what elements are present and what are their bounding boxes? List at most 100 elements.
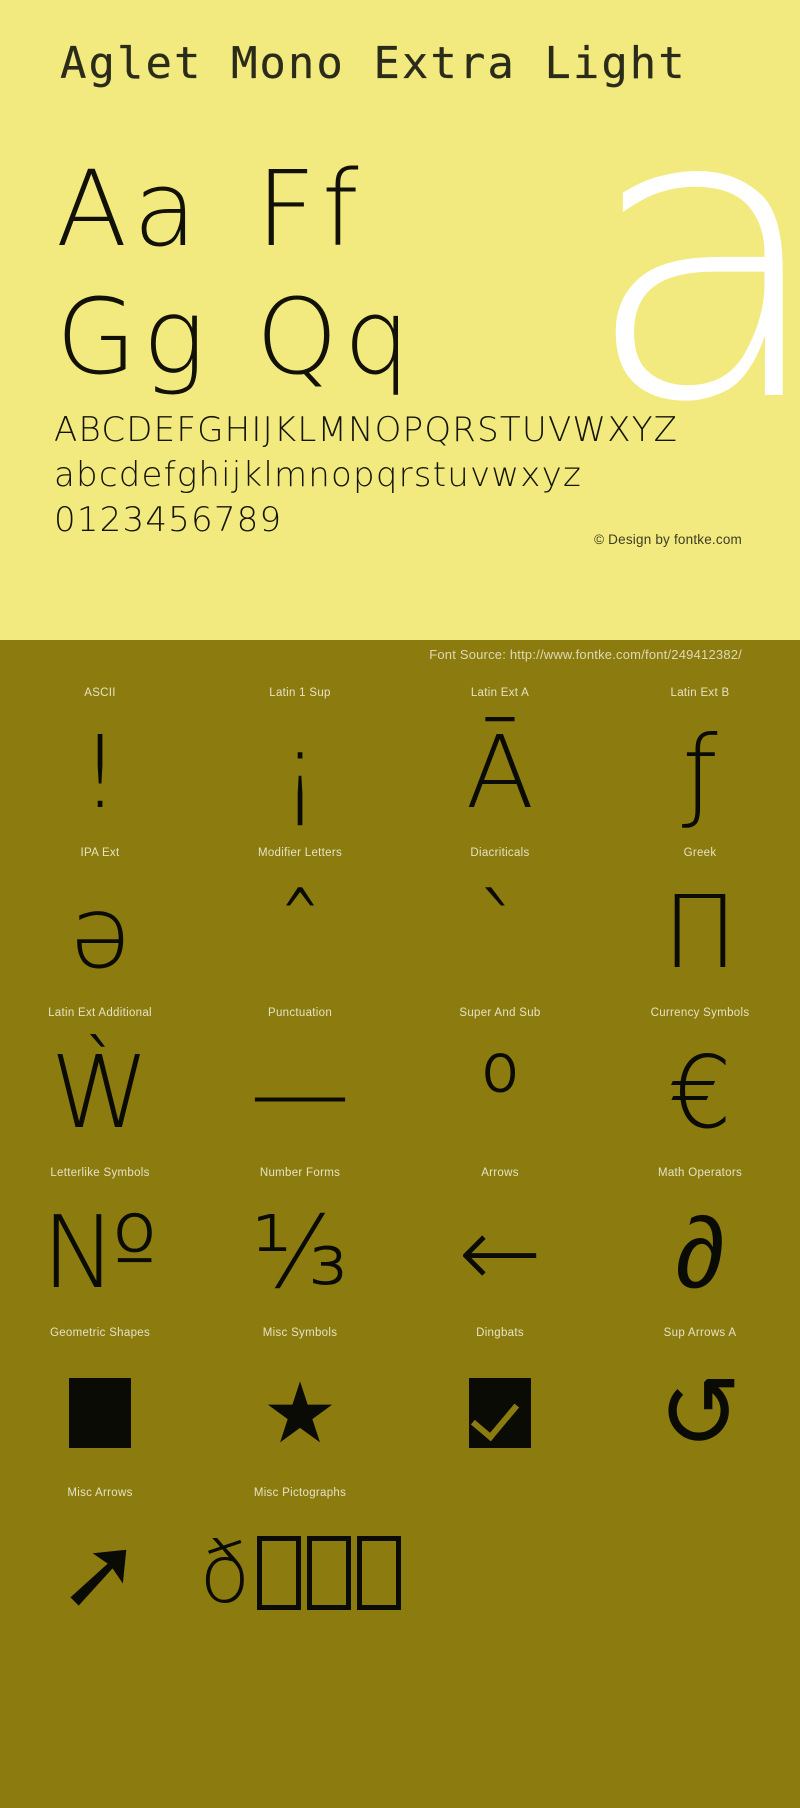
glyph-sample: ƒ	[682, 714, 718, 831]
glyph-block-label: Currency Symbols	[650, 1007, 750, 1019]
alphabet-block: ABCDEFGHIJKLMNOPQRSTUVWXYZ abcdefghijklm…	[54, 412, 678, 547]
glyph-block-label: Punctuation	[267, 1007, 333, 1019]
glyph-row: Misc Arrows ➚ Misc Pictographs ð	[0, 1486, 800, 1646]
glyph-cell-math-operators[interactable]: Math Operators ∂	[600, 1166, 800, 1326]
glyph-row: IPA Ext ǝ Modifier Letters ˆ Diacriticals ˋ Gr…	[0, 846, 800, 1006]
glyph-cell-latin-1-sup[interactable]: Latin 1 Sup ¡	[200, 686, 400, 846]
glyph-block-label: IPA Ext	[80, 847, 120, 859]
glyph-row: Latin Ext Additional Ẁ Punctuation — Super A…	[0, 1006, 800, 1166]
glyph-sample	[400, 1500, 600, 1646]
glyph-sample: ˆ	[275, 874, 325, 991]
letter-pair: Ff	[256, 148, 365, 270]
glyph-cell-misc-arrows[interactable]: Misc Arrows ➚	[0, 1486, 200, 1646]
font-source-link[interactable]: Font Source: http://www.fontke.com/font/…	[429, 647, 742, 662]
giant-sample-letter: a	[582, 25, 800, 490]
glyph-sample: ∂	[675, 1194, 725, 1311]
glyph-cell-super-and-sub[interactable]: Super And Sub ⁰	[400, 1006, 600, 1166]
glyph-cell-number-forms[interactable]: Number Forms ⅓	[200, 1166, 400, 1326]
copyright-notice: © Design by fontke.com	[594, 532, 742, 547]
glyph-block-label: Sup Arrows A	[663, 1327, 737, 1339]
glyph-block-label: Misc Symbols	[262, 1327, 338, 1339]
glyph-block-label: Latin Ext Additional	[48, 1007, 152, 1019]
glyph-block-label: Super And Sub	[459, 1007, 541, 1019]
glyph-sample: —	[250, 1034, 350, 1151]
filled-square-icon	[69, 1378, 131, 1448]
letter-pair-grid: Aa Ff Gg Qq	[56, 150, 456, 406]
glyph-sample	[600, 1500, 800, 1646]
glyph-sample: ←	[458, 1194, 542, 1311]
glyph-cell-geometric-shapes[interactable]: Geometric Shapes	[0, 1326, 200, 1486]
glyph-cell-latin-ext-additional[interactable]: Latin Ext Additional Ẁ	[0, 1006, 200, 1166]
glyph-block-label	[600, 1486, 800, 1500]
glyph-sample: ➚	[58, 1514, 142, 1631]
glyph-cell-latin-ext-b[interactable]: Latin Ext B ƒ	[600, 686, 800, 846]
alphabet-uppercase: ABCDEFGHIJKLMNOPQRSTUVWXYZ	[54, 410, 679, 450]
glyph-cell-letterlike-symbols[interactable]: Letterlike Symbols №	[0, 1166, 200, 1326]
missing-glyph-run: ð	[199, 1524, 401, 1622]
glyph-block-label: Geometric Shapes	[49, 1327, 151, 1339]
glyph-block-label: Misc Pictographs	[253, 1487, 347, 1499]
glyph-sample: ⅓	[251, 1194, 349, 1311]
glyph-sample: ⁰	[479, 1034, 521, 1151]
glyph-cell-sup-arrows-a[interactable]: Sup Arrows A ↺	[600, 1326, 800, 1486]
source-bar: Font Source: http://www.fontke.com/font/…	[0, 640, 800, 672]
glyph-sample: Ẁ	[50, 1034, 150, 1151]
glyph-cell-arrows[interactable]: Arrows ←	[400, 1166, 600, 1326]
glyph-block-label: Greek	[683, 847, 717, 859]
glyph-block-label: Latin Ext A	[470, 687, 530, 699]
tofu-box-icon	[306, 1536, 351, 1610]
glyph-cell-latin-ext-a[interactable]: Latin Ext A Ā	[400, 686, 600, 846]
glyph-block-label: Misc Arrows	[67, 1487, 133, 1499]
glyph-block-label: Arrows	[481, 1167, 519, 1179]
glyph-block-label: Dingbats	[476, 1327, 524, 1339]
glyph-cell-empty	[600, 1486, 800, 1646]
tofu-box-icon	[256, 1536, 301, 1610]
glyph-block-label: Latin Ext B	[670, 687, 730, 699]
letter-pair: Aa	[56, 148, 203, 270]
unicode-block-grid: ASCII! Latin 1 Sup ¡ Latin Ext A Ā Latin Ext …	[0, 672, 800, 1646]
tofu-box-icon	[356, 1536, 401, 1610]
glyph-sample: Ā	[465, 714, 535, 831]
glyph-sample: №	[41, 1194, 159, 1311]
glyph-sample: ★	[262, 1364, 338, 1462]
glyph-block-label: Math Operators	[657, 1167, 743, 1179]
ballot-check-icon	[469, 1378, 531, 1448]
glyph-sample: ˋ	[475, 874, 525, 991]
glyph-block-label: Number Forms	[259, 1167, 341, 1179]
glyph-cell-ascii[interactable]: ASCII!	[0, 686, 200, 846]
glyph-sample: Π	[662, 874, 738, 991]
letter-pair: Gg	[56, 276, 211, 398]
glyph-block-label	[400, 1486, 600, 1500]
alphabet-digits: 0123456789	[54, 500, 283, 540]
glyph-cell-greek[interactable]: Greek Π	[600, 846, 800, 1006]
letter-pair: Qq	[256, 276, 416, 398]
glyph-block-label: ASCII	[84, 687, 116, 699]
glyph-cell-empty	[400, 1486, 600, 1646]
glyph-sample: !	[79, 714, 121, 831]
glyph-sample: ¡	[279, 714, 321, 831]
glyph-block-label: Modifier Letters	[257, 847, 343, 859]
glyph-sample: ↺	[658, 1354, 742, 1471]
glyph-cell-diacriticals[interactable]: Diacriticals ˋ	[400, 846, 600, 1006]
specimen-top-panel: a Aglet Mono Extra Light Aa Ff Gg Qq ABC…	[0, 0, 800, 640]
glyph-block-label: Diacriticals	[470, 847, 530, 859]
alphabet-lowercase: abcdefghijklmnopqrstuvwxyz	[54, 455, 582, 495]
glyph-row: ASCII! Latin 1 Sup ¡ Latin Ext A Ā Latin Ext …	[0, 686, 800, 846]
eth-glyph: ð	[199, 1524, 251, 1622]
glyph-row: Geometric Shapes Misc Symbols ★ Dingbats Sup…	[0, 1326, 800, 1486]
glyph-block-label: Letterlike Symbols	[50, 1167, 150, 1179]
glyph-cell-misc-pictographs[interactable]: Misc Pictographs ð	[199, 1486, 401, 1646]
glyph-cell-punctuation[interactable]: Punctuation —	[200, 1006, 400, 1166]
glyph-cell-misc-symbols[interactable]: Misc Symbols ★	[200, 1326, 400, 1486]
glyph-sample: ð	[199, 1500, 401, 1646]
glyph-cell-dingbats[interactable]: Dingbats	[400, 1326, 600, 1486]
glyph-sample	[0, 1340, 200, 1486]
glyph-sample	[400, 1340, 600, 1486]
glyph-sample: ǝ	[69, 874, 131, 991]
glyph-sample: €	[668, 1034, 732, 1151]
glyph-cell-ipa-ext[interactable]: IPA Ext ǝ	[0, 846, 200, 1006]
glyph-row: Letterlike Symbols № Number Forms ⅓ Arrows ← M…	[0, 1166, 800, 1326]
glyph-cell-modifier-letters[interactable]: Modifier Letters ˆ	[200, 846, 400, 1006]
glyph-cell-currency-symbols[interactable]: Currency Symbols €	[600, 1006, 800, 1166]
glyph-block-label: Latin 1 Sup	[269, 687, 331, 699]
